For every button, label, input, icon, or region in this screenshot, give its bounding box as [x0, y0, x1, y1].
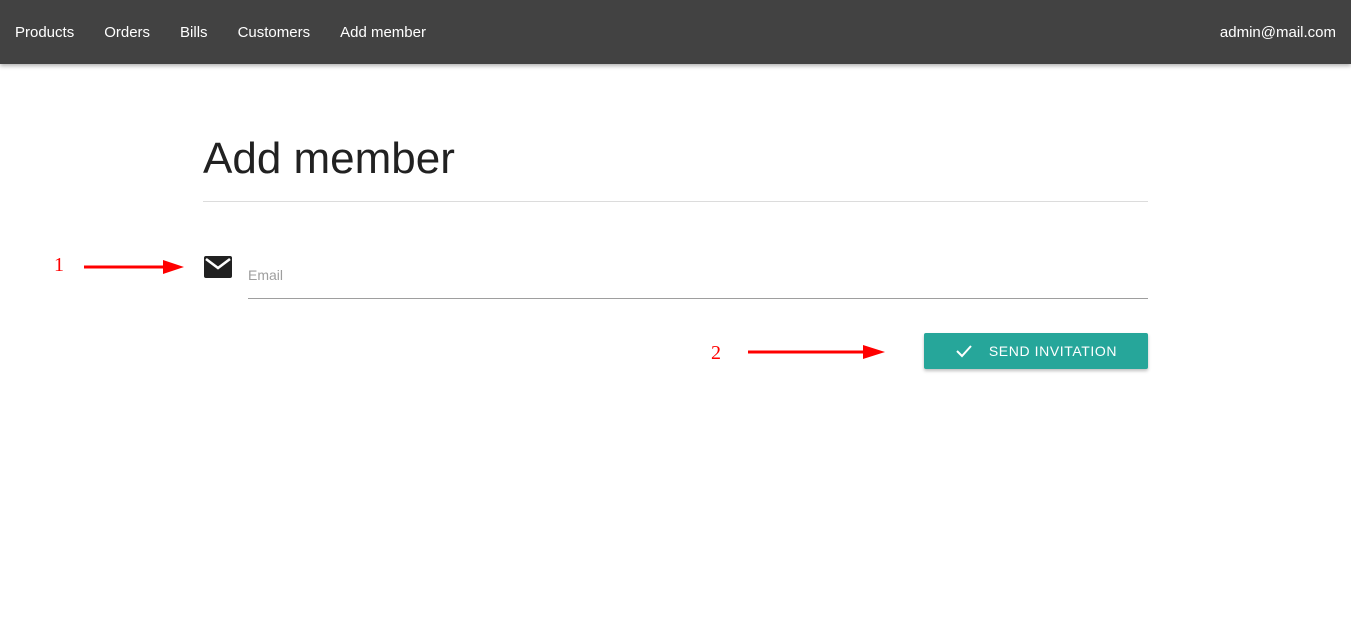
nav-link-orders[interactable]: Orders [104, 24, 150, 41]
user-email[interactable]: admin@mail.com [1220, 24, 1336, 41]
annotation-number-2: 2 [711, 342, 721, 364]
email-field-wrapper [248, 257, 1148, 299]
annotation-arrow-2 [747, 343, 887, 366]
email-icon [203, 254, 233, 280]
send-invitation-label: SEND INVITATION [988, 343, 1118, 359]
title-divider [203, 201, 1148, 202]
nav-link-bills[interactable]: Bills [180, 24, 208, 41]
check-icon [955, 344, 973, 358]
email-input[interactable] [248, 257, 1148, 293]
main-content: Add member SEND INVITATION [203, 64, 1148, 369]
annotation-number-1: 1 [54, 254, 64, 276]
send-invitation-button[interactable]: SEND INVITATION [924, 333, 1148, 369]
nav-link-customers[interactable]: Customers [238, 24, 311, 41]
page-title: Add member [203, 134, 455, 183]
top-navbar: Products Orders Bills Customers Add memb… [0, 0, 1351, 64]
nav-link-products[interactable]: Products [15, 24, 74, 41]
annotation-arrow-1 [83, 258, 185, 281]
nav-links: Products Orders Bills Customers Add memb… [15, 24, 456, 41]
nav-link-add-member[interactable]: Add member [340, 24, 426, 41]
